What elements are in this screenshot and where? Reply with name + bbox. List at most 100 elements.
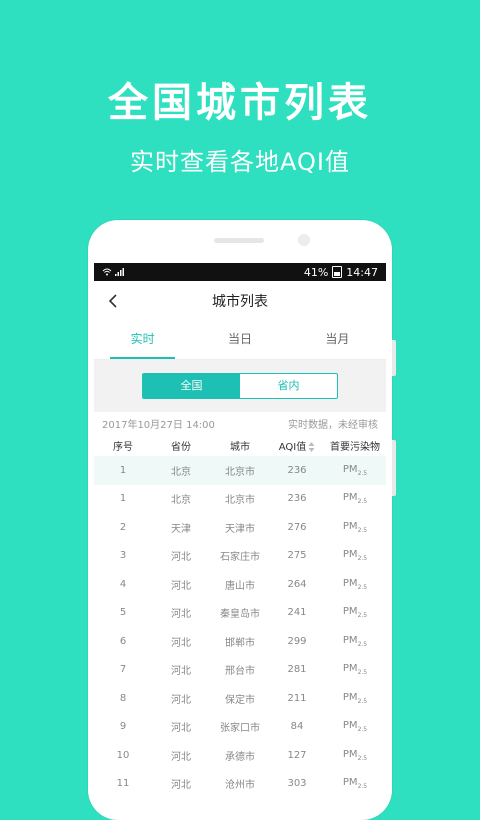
pollutant-subscript: 2.5 xyxy=(357,583,368,591)
cell-aqi: 236 xyxy=(287,493,307,505)
cell-city: 承德市 xyxy=(225,751,255,763)
battery-percent: 41% xyxy=(303,265,329,279)
volume-button xyxy=(392,340,396,376)
cell-province: 河北 xyxy=(171,666,191,678)
table-row[interactable]: 4 河北 唐山市 264 PM2.5 xyxy=(94,570,386,599)
tab-month[interactable]: 当月 xyxy=(289,321,386,359)
table-row[interactable]: 1 北京 北京市 236 PM2.5 xyxy=(94,456,386,485)
cell-aqi: 275 xyxy=(287,550,307,562)
cell-city: 唐山市 xyxy=(225,580,255,592)
pollutant-name: PM xyxy=(342,492,358,504)
cell-province: 北京 xyxy=(171,466,191,478)
segment-national[interactable]: 全国 xyxy=(143,374,240,398)
pollutant-subscript: 2.5 xyxy=(357,697,368,705)
cell-city: 保定市 xyxy=(225,694,255,706)
cell-aqi: 84 xyxy=(290,721,304,733)
signal-icon xyxy=(115,268,124,276)
cell-pollutant: PM2.5 xyxy=(324,549,386,562)
pollutant-name: PM xyxy=(342,748,358,760)
city-table-body: 1 北京 北京市 236 PM2.5 1 北京 北京市 236 PM2.5 2 天津 天津市 276 PM2… xyxy=(94,456,386,798)
cell-province: 河北 xyxy=(171,751,191,763)
battery-icon xyxy=(332,266,343,278)
pollutant-subscript: 2.5 xyxy=(357,469,368,477)
cell-pollutant: PM2.5 xyxy=(324,635,386,648)
status-icons xyxy=(102,268,125,276)
header-pollutant: 首要污染物 xyxy=(330,441,380,453)
cell-index: 1 xyxy=(119,464,127,476)
nav-bar: 城市列表 xyxy=(94,281,386,321)
status-bar: 41% 14:47 xyxy=(94,263,386,281)
back-arrow-icon[interactable] xyxy=(104,291,124,311)
cell-province: 河北 xyxy=(171,580,191,592)
cell-pollutant: PM2.5 xyxy=(324,521,386,534)
table-row[interactable]: 9 河北 张家口市 84 PM2.5 xyxy=(94,713,386,742)
cell-index: 4 xyxy=(119,578,127,590)
tab-realtime[interactable]: 实时 xyxy=(94,321,191,359)
header-index: 序号 xyxy=(113,441,133,453)
phone-speaker xyxy=(214,238,264,243)
pollutant-name: PM xyxy=(342,549,358,561)
page-title: 城市列表 xyxy=(212,294,268,310)
pollutant-subscript: 2.5 xyxy=(357,783,368,791)
pollutant-subscript: 2.5 xyxy=(357,754,368,762)
wifi-icon xyxy=(102,268,112,276)
header-aqi[interactable]: AQI值 xyxy=(270,438,324,453)
cell-province: 北京 xyxy=(171,495,191,507)
cell-aqi: 211 xyxy=(287,692,307,704)
pollutant-subscript: 2.5 xyxy=(357,498,368,506)
table-row[interactable]: 8 河北 保定市 211 PM2.5 xyxy=(94,684,386,713)
pollutant-subscript: 2.5 xyxy=(357,640,368,648)
cell-pollutant: PM2.5 xyxy=(324,720,386,733)
cell-city: 秦皇岛市 xyxy=(220,609,260,621)
period-tabs: 实时 当日 当月 xyxy=(94,321,386,360)
cell-aqi: 281 xyxy=(287,664,307,676)
table-row[interactable]: 10 河北 承德市 127 PM2.5 xyxy=(94,741,386,770)
table-row[interactable]: 6 河北 邯郸市 299 PM2.5 xyxy=(94,627,386,656)
sort-icon[interactable] xyxy=(308,441,315,452)
table-row[interactable]: 3 河北 石家庄市 275 PM2.5 xyxy=(94,542,386,571)
pollutant-name: PM xyxy=(342,606,358,618)
cell-province: 河北 xyxy=(171,552,191,564)
cell-province: 天津 xyxy=(171,523,191,535)
cell-index: 7 xyxy=(119,664,127,676)
table-row[interactable]: 1 北京 北京市 236 PM2.5 xyxy=(94,485,386,514)
cell-index: 2 xyxy=(119,521,127,533)
table-row[interactable]: 7 河北 邢台市 281 PM2.5 xyxy=(94,656,386,685)
pollutant-subscript: 2.5 xyxy=(357,555,368,563)
cell-index: 3 xyxy=(119,550,127,562)
pollutant-name: PM xyxy=(342,577,358,589)
cell-pollutant: PM2.5 xyxy=(324,578,386,591)
table-header: 序号 省份 城市 AQI值 首要污染物 xyxy=(94,434,386,456)
promo-subtitle: 实时查看各地AQI值 xyxy=(130,148,350,176)
cell-index: 1 xyxy=(119,493,127,505)
pollutant-subscript: 2.5 xyxy=(357,526,368,534)
pollutant-name: PM xyxy=(342,463,358,475)
cell-province: 河北 xyxy=(171,694,191,706)
cell-city: 北京市 xyxy=(225,495,255,507)
pollutant-subscript: 2.5 xyxy=(357,612,368,620)
cell-pollutant: PM2.5 xyxy=(324,464,386,477)
cell-pollutant: PM2.5 xyxy=(324,663,386,676)
header-city: 城市 xyxy=(230,441,250,453)
tab-today[interactable]: 当日 xyxy=(191,321,288,359)
cell-city: 沧州市 xyxy=(225,780,255,792)
table-row[interactable]: 5 河北 秦皇岛市 241 PM2.5 xyxy=(94,599,386,628)
cell-city: 张家口市 xyxy=(220,723,260,735)
cell-province: 河北 xyxy=(171,609,191,621)
cell-pollutant: PM2.5 xyxy=(324,606,386,619)
cell-province: 河北 xyxy=(171,723,191,735)
pollutant-name: PM xyxy=(342,720,358,732)
scope-segment: 全国 省内 xyxy=(142,373,338,399)
cell-aqi: 276 xyxy=(287,521,307,533)
pollutant-subscript: 2.5 xyxy=(357,726,368,734)
cell-pollutant: PM2.5 xyxy=(324,749,386,762)
cell-index: 5 xyxy=(119,607,127,619)
data-timestamp: 2017年10月27日 14:00 xyxy=(102,419,215,431)
segment-province[interactable]: 省内 xyxy=(240,374,337,398)
cell-index: 11 xyxy=(116,778,130,790)
table-row[interactable]: 2 天津 天津市 276 PM2.5 xyxy=(94,513,386,542)
power-button xyxy=(392,440,396,496)
promo-title: 全国城市列表 xyxy=(108,80,372,126)
table-row[interactable]: 11 河北 沧州市 303 PM2.5 xyxy=(94,770,386,799)
cell-city: 石家庄市 xyxy=(220,552,260,564)
